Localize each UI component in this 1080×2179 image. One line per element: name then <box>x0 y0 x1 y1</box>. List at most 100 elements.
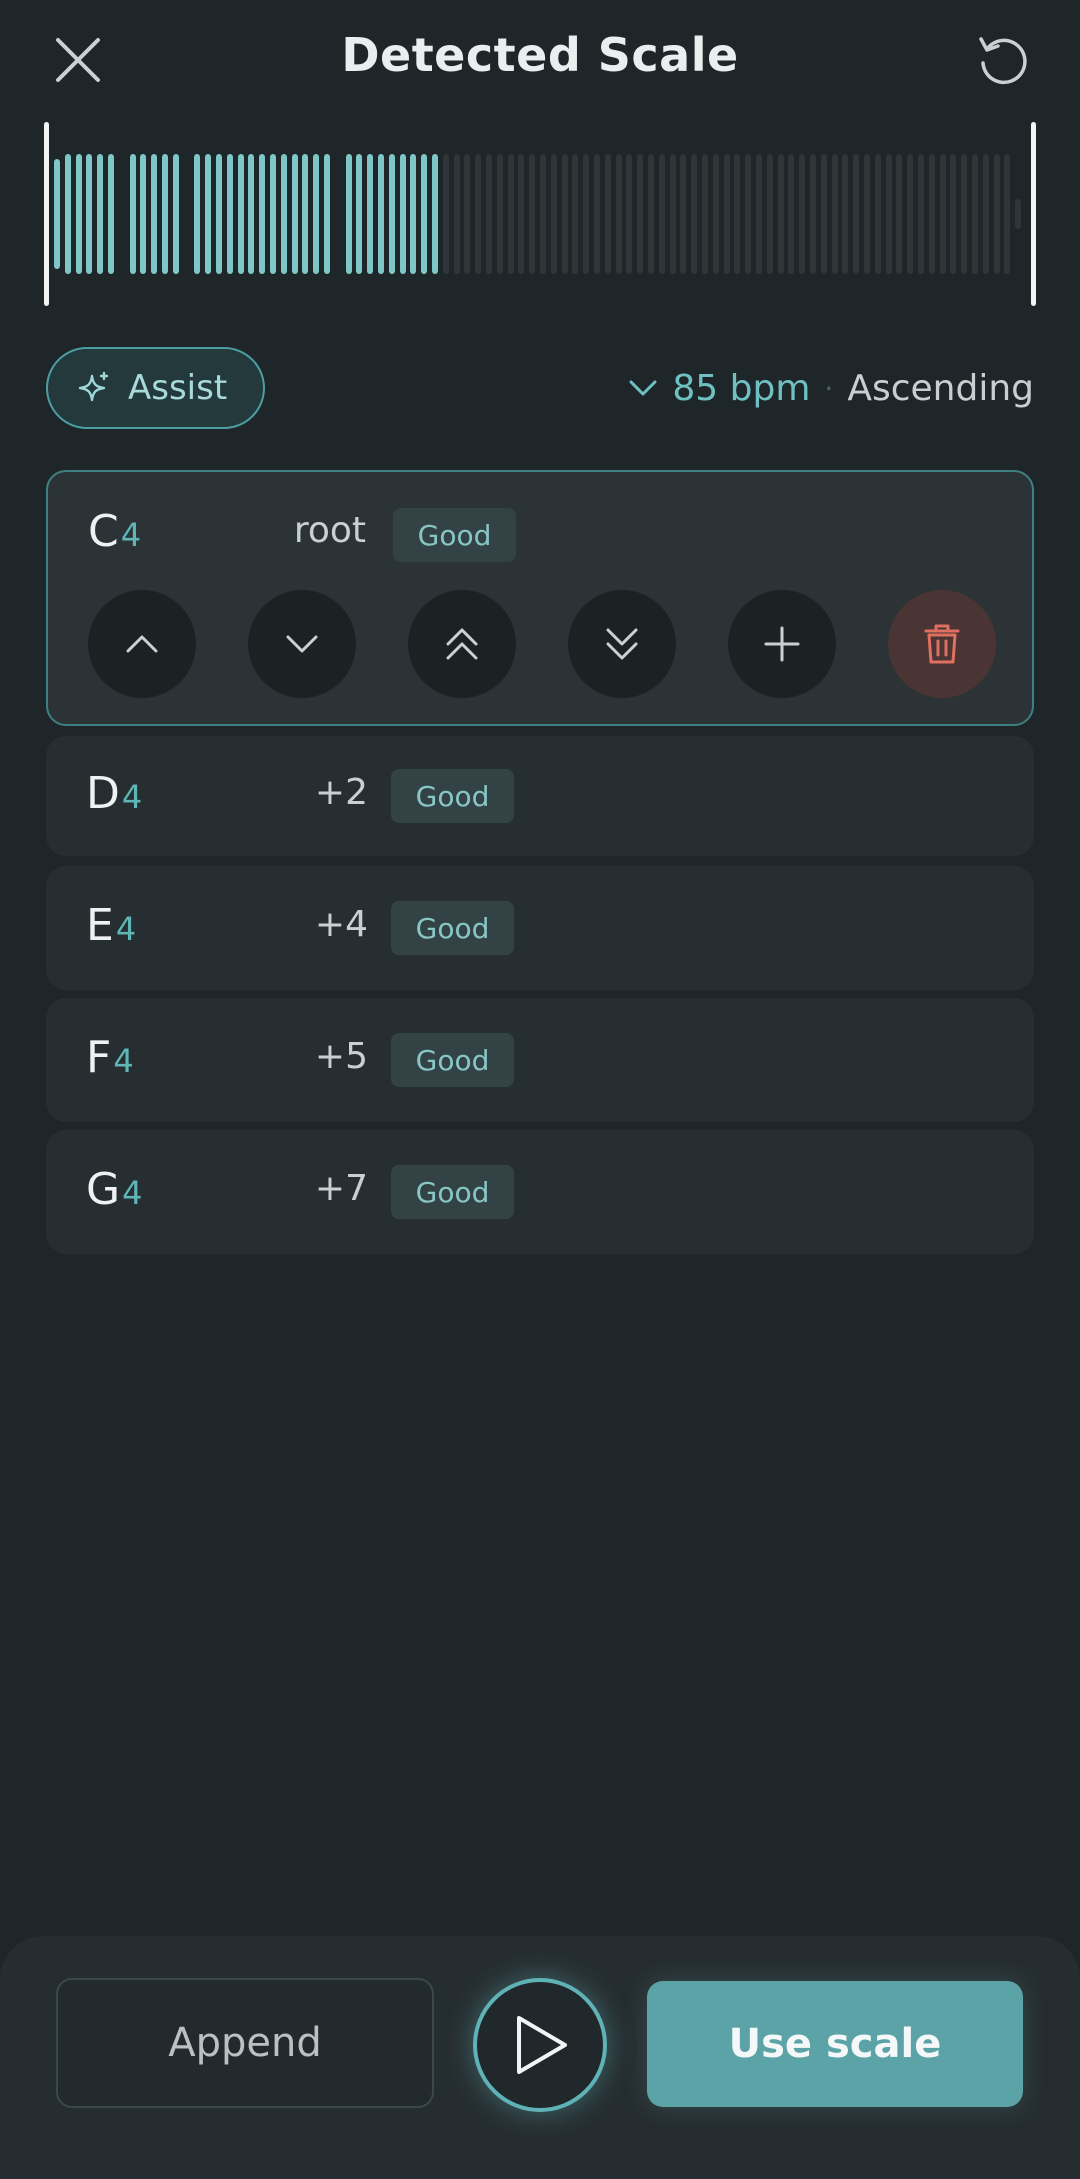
assist-button[interactable]: Assist <box>46 347 265 429</box>
waveform-bar <box>518 154 525 274</box>
note-name: G4 <box>86 1164 142 1215</box>
note-interval: +5 <box>314 1036 368 1077</box>
note-card[interactable]: F4 +5 Good <box>46 998 1034 1122</box>
waveform-bar <box>810 154 816 274</box>
waveform-bar <box>410 154 417 274</box>
waveform-bar <box>75 154 82 274</box>
waveform-bar <box>864 154 870 274</box>
waveform-bar <box>766 154 773 274</box>
note-octave: 4 <box>113 1042 134 1080</box>
note-card[interactable]: G4 +7 Good <box>46 1130 1034 1254</box>
direction-select[interactable]: Ascending <box>847 368 1034 409</box>
waveform-bar <box>669 154 676 274</box>
quality-badge: Good <box>391 1033 514 1087</box>
waveform-bar <box>896 154 903 274</box>
waveform-bar <box>691 154 698 274</box>
note-name: E4 <box>86 900 136 951</box>
waveform-bar <box>496 154 503 274</box>
waveform-bar <box>928 154 935 274</box>
quality-badge: Good <box>393 508 516 562</box>
note-name: D4 <box>86 768 142 819</box>
waveform-bar <box>356 154 363 274</box>
note-octave: 4 <box>115 910 137 948</box>
waveform-bar <box>1004 154 1011 274</box>
waveform-bar <box>615 154 622 274</box>
trash-icon <box>924 624 960 664</box>
waveform-bar <box>950 154 957 274</box>
waveform-bar <box>594 154 600 274</box>
waveform-bar <box>205 154 212 274</box>
tempo-select[interactable]: 85 bpm <box>628 368 810 409</box>
waveform-bar <box>972 154 978 274</box>
waveform-end-handle[interactable] <box>1031 122 1036 306</box>
note-octave: 4 <box>121 778 143 816</box>
waveform-start-handle[interactable] <box>44 122 49 306</box>
note-letter: C <box>88 506 119 557</box>
note-name: C4 <box>88 506 141 557</box>
waveform-bar <box>745 154 752 274</box>
bottom-action-bar: Append Use scale <box>0 1936 1080 2179</box>
note-octave: 4 <box>120 516 142 554</box>
waveform-bar <box>918 154 924 274</box>
semitone-down-button[interactable] <box>248 590 356 698</box>
append-button[interactable]: Append <box>56 1978 434 2108</box>
waveform-bar <box>86 154 93 274</box>
reset-button[interactable] <box>966 24 1038 96</box>
waveform-bar <box>378 154 384 274</box>
tempo-value: 85 bpm <box>672 367 811 409</box>
waveform-bar <box>421 154 428 274</box>
waveform-bar <box>907 154 914 274</box>
chevron-down-icon <box>629 380 657 396</box>
waveform-bar <box>961 154 968 274</box>
waveform-bar <box>723 154 730 274</box>
waveform-bar <box>853 154 860 274</box>
waveform-bar <box>820 154 827 274</box>
note-letter: E <box>86 900 114 951</box>
waveform[interactable] <box>44 122 1036 306</box>
waveform-bar <box>777 154 784 274</box>
note-name: F4 <box>86 1032 134 1083</box>
waveform-bar <box>658 154 665 274</box>
play-icon <box>517 2016 567 2074</box>
note-card-selected[interactable]: C4 root Good <box>46 470 1034 726</box>
semitone-up-button[interactable] <box>88 590 196 698</box>
waveform-bar <box>561 154 568 274</box>
waveform-bar <box>756 154 762 274</box>
note-interval: +7 <box>314 1168 368 1209</box>
octave-down-button[interactable] <box>568 590 676 698</box>
waveform-bar <box>291 154 298 274</box>
delete-note-button[interactable] <box>888 590 996 698</box>
note-card[interactable]: D4 +2 Good <box>46 736 1034 856</box>
waveform-bar <box>302 154 309 274</box>
note-interval: root <box>293 510 366 551</box>
double-chevron-down-icon <box>606 628 638 660</box>
waveform-bar <box>982 154 989 274</box>
waveform-bar <box>831 154 838 274</box>
quality-badge: Good <box>391 769 514 823</box>
waveform-bar <box>842 154 849 274</box>
octave-up-button[interactable] <box>408 590 516 698</box>
waveform-bar <box>540 154 546 274</box>
waveform-bar <box>475 154 482 274</box>
add-note-button[interactable] <box>728 590 836 698</box>
chevron-up-icon <box>126 635 158 653</box>
waveform-bar <box>324 154 330 274</box>
waveform-bar <box>788 154 795 274</box>
waveform-bar <box>702 154 708 274</box>
play-button[interactable] <box>473 1978 607 2112</box>
waveform-bar <box>874 154 881 274</box>
waveform-bar <box>432 154 438 274</box>
use-scale-button[interactable]: Use scale <box>647 1981 1023 2107</box>
sparkle-icon <box>78 371 109 402</box>
quality-badge: Good <box>391 901 514 955</box>
note-card[interactable]: E4 +4 Good <box>46 866 1034 990</box>
waveform-bar <box>108 154 114 274</box>
waveform-bar <box>885 154 892 274</box>
waveform-bar <box>712 154 719 274</box>
header: Detected Scale <box>0 0 1080 120</box>
waveform-bar <box>226 154 233 274</box>
note-interval: +4 <box>314 904 368 945</box>
double-chevron-up-icon <box>446 628 478 660</box>
separator-dot: · <box>824 371 834 405</box>
waveform-bar <box>399 154 406 274</box>
